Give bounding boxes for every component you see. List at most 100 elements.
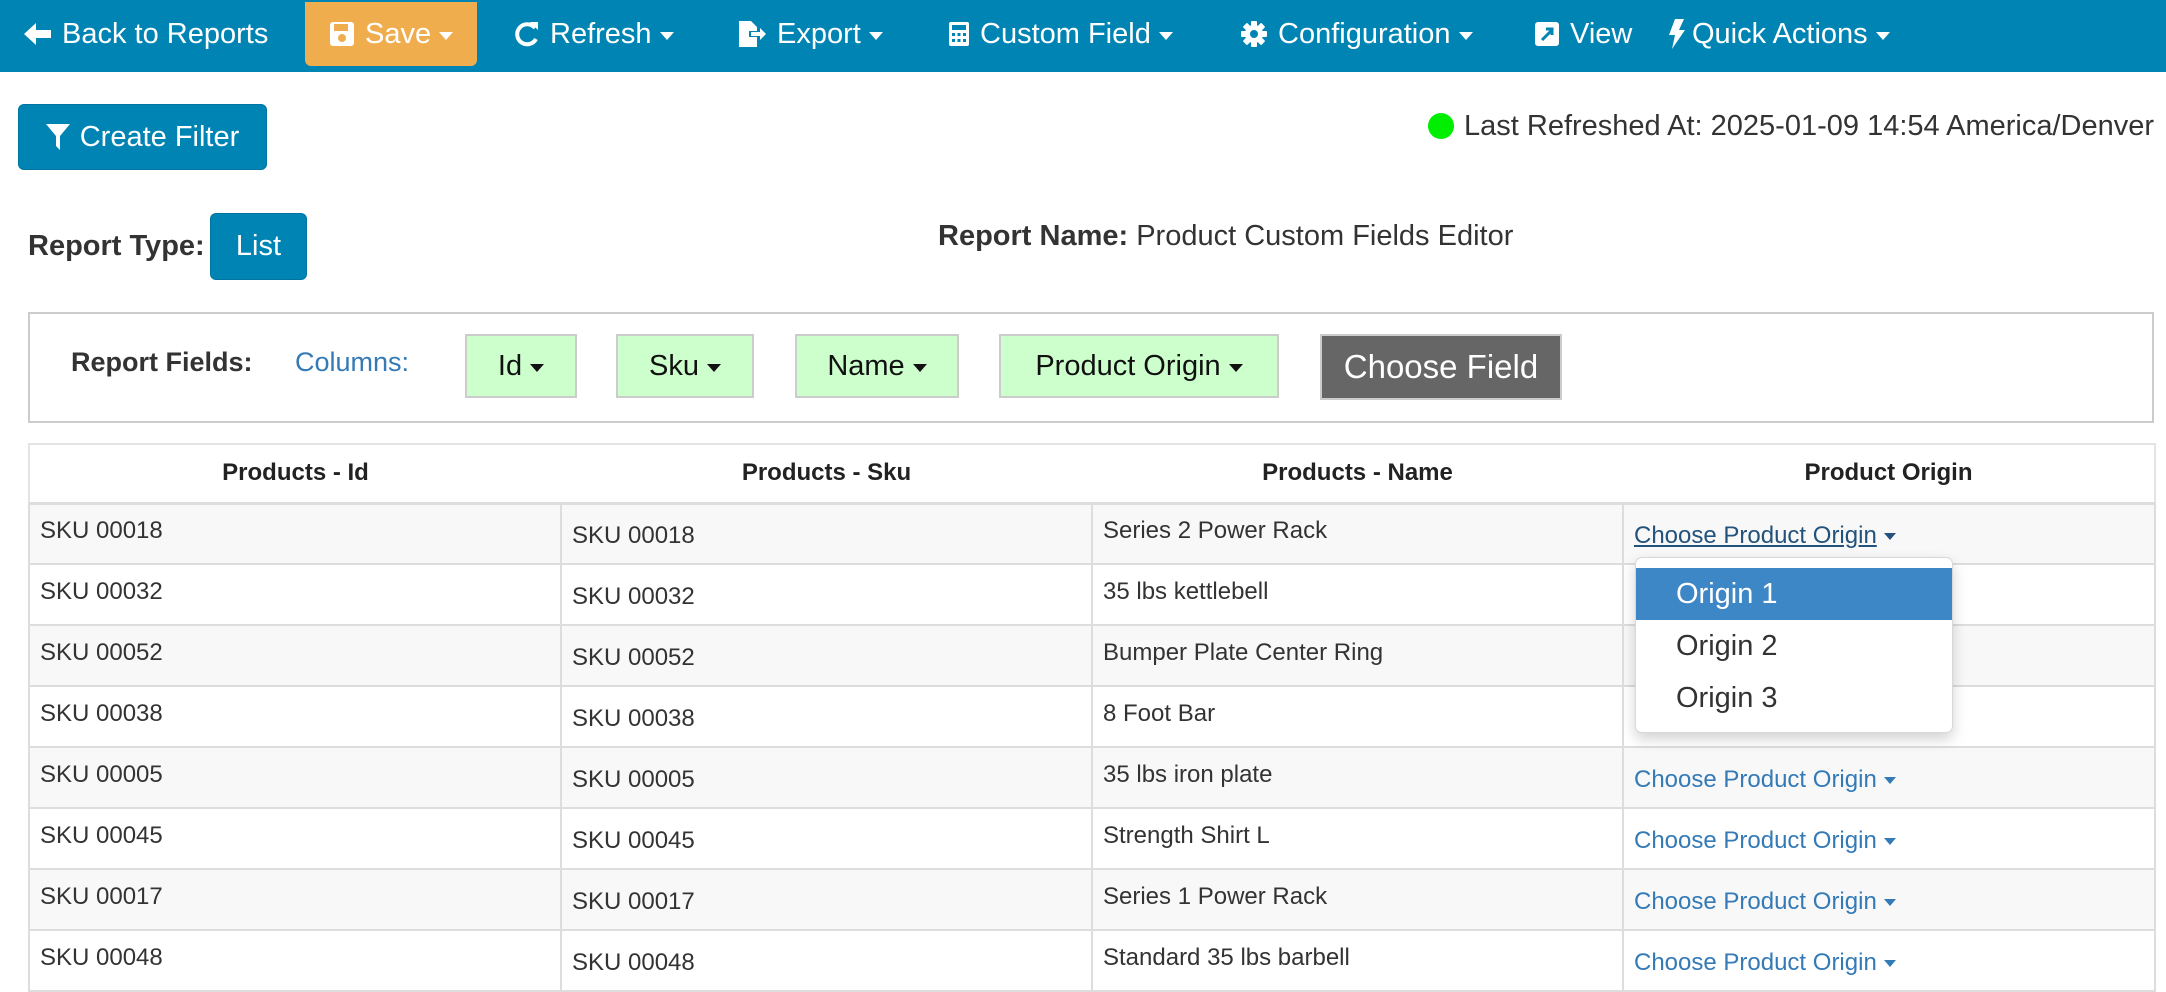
product-name-cell: Series 1 Power Rack [1091,868,1624,931]
product-name-cell: Bumper Plate Center Ring [1091,624,1624,687]
column-chip-id[interactable]: Id [465,334,577,398]
choose-product-origin-label: Choose Product Origin [1634,521,1877,549]
product-id-value: SKU 00038 [40,699,163,727]
external-link-icon [1534,21,1560,47]
product-name-cell: Strength Shirt L [1091,807,1624,870]
back-to-reports-label: Back to Reports [62,17,269,50]
column-header-id[interactable]: Products - Id [28,443,561,505]
product-name-value: Strength Shirt L [1103,821,1270,849]
custom-field-button[interactable]: Custom Field [948,0,1173,68]
column-header-sku[interactable]: Products - Sku [561,443,1092,505]
report-fields-panel: Report Fields: Columns: Id Sku Name Prod… [28,312,2154,423]
create-filter-label: Create Filter [79,120,240,153]
product-sku-cell: SKU 00038 [560,685,1093,748]
product-name-value: Standard 35 lbs barbell [1103,943,1350,971]
filter-funnel-icon [45,124,70,150]
report-name: Report Name: Product Custom Fields Edito… [938,214,1513,258]
product-sku-cell: SKU 00045 [560,807,1093,870]
quick-actions-button[interactable]: Quick Actions [1668,0,1890,68]
product-origin-dropdown-menu: Origin 1 Origin 2 Origin 3 [1635,557,1953,733]
report-name-value: Product Custom Fields Editor [1136,219,1514,252]
view-button[interactable]: View [1534,0,1632,68]
choose-product-origin-label: Choose Product Origin [1634,948,1877,976]
product-id-value: SKU 00005 [40,760,163,788]
columns-label: Columns: [295,347,410,377]
arrow-left-icon [24,22,52,46]
product-id-value: SKU 00032 [40,577,163,605]
product-sku-value: SKU 00048 [572,948,695,976]
product-id-value: SKU 00017 [40,882,163,910]
product-sku-value: SKU 00032 [572,582,695,610]
status-indicator-dot [1428,113,1455,139]
report-type-row: Report Type: [28,226,205,266]
product-id-cell: SKU 00032 [28,563,562,626]
product-id-value: SKU 00045 [40,821,163,849]
export-file-icon [737,20,767,48]
table-row: SKU 00018 SKU 00018 Series 2 Power Rack Cho… [28,502,2156,565]
back-to-reports-button[interactable]: Back to Reports [24,0,268,68]
table-row: SKU 00005 SKU 00005 35 lbs iron plate Choos… [28,746,2156,809]
chevron-down-icon [868,32,883,40]
report-fields-label: Report Fields: [71,347,253,377]
chevron-down-icon [1883,532,1896,540]
product-sku-cell: SKU 00005 [560,746,1093,809]
choose-product-origin-dropdown[interactable]: Choose Product Origin [1634,827,1896,854]
last-refreshed-label: Last Refreshed At: [1464,109,1703,142]
export-label: Export [777,17,861,50]
table-header-row: Products - Id Products - Sku Products - … [28,443,2156,505]
report-type-list-button[interactable]: List [210,213,307,280]
dropdown-option-origin-3[interactable]: Origin 3 [1636,672,1952,724]
refresh-button[interactable]: Refresh [514,0,674,68]
choose-field-button[interactable]: Choose Field [1320,334,1562,400]
product-sku-cell: SKU 00032 [560,563,1093,626]
product-id-cell: SKU 00048 [28,929,562,992]
column-header-product-origin[interactable]: Product Origin [1623,443,2156,505]
product-name-value: Series 1 Power Rack [1103,882,1328,910]
export-button[interactable]: Export [737,0,883,68]
create-filter-button[interactable]: Create Filter [18,104,267,170]
last-refreshed-status: Last Refreshed At: 2025-01-09 14:54 Amer… [1428,104,2154,148]
dropdown-option-origin-1[interactable]: Origin 1 [1636,568,1952,620]
product-sku-value: SKU 00005 [572,765,695,793]
choose-product-origin-label: Choose Product Origin [1634,765,1877,793]
product-sku-cell: SKU 00018 [560,502,1093,565]
lightning-bolt-icon [1668,19,1686,49]
choose-product-origin-dropdown[interactable]: Choose Product Origin [1634,888,1896,915]
choose-product-origin-dropdown[interactable]: Choose Product Origin [1634,522,1896,549]
gear-icon [1240,20,1268,48]
column-chip-product-origin[interactable]: Product Origin [999,334,1279,398]
product-name-cell: 35 lbs iron plate [1091,746,1624,809]
choose-product-origin-dropdown[interactable]: Choose Product Origin [1634,949,1896,976]
choose-product-origin-label: Choose Product Origin [1634,826,1877,854]
product-name-cell: Standard 35 lbs barbell [1091,929,1624,992]
product-name-cell: Series 2 Power Rack [1091,502,1624,565]
column-chip-name[interactable]: Name [795,334,959,398]
column-chip-label: Sku [649,349,699,382]
chevron-down-icon [912,364,927,372]
chevron-down-icon [659,32,674,40]
product-id-cell: SKU 00052 [28,624,562,687]
chevron-down-icon [1158,32,1173,40]
chevron-down-icon [439,32,454,40]
product-origin-cell: Choose Product Origin [1622,502,2156,565]
table-row: SKU 00045 SKU 00045 Strength Shirt L Choose… [28,807,2156,870]
chevron-down-icon [1875,32,1890,40]
column-chip-sku[interactable]: Sku [616,334,754,398]
product-id-value: SKU 00052 [40,638,163,666]
product-sku-cell: SKU 00017 [560,868,1093,931]
product-name-value: Series 2 Power Rack [1103,516,1328,544]
configuration-button[interactable]: Configuration [1240,0,1473,68]
save-label: Save [365,17,432,50]
save-button[interactable]: Save [305,2,478,66]
choose-product-origin-dropdown[interactable]: Choose Product Origin [1634,766,1896,793]
product-id-cell: SKU 00017 [28,868,562,931]
configuration-label: Configuration [1278,17,1451,50]
quick-actions-label: Quick Actions [1692,17,1868,50]
product-origin-cell: Choose Product Origin [1622,746,2156,809]
dropdown-option-origin-2[interactable]: Origin 2 [1636,620,1952,672]
column-header-name[interactable]: Products - Name [1092,443,1623,505]
column-chip-label: Name [827,349,905,382]
product-sku-value: SKU 00045 [572,826,695,854]
floppy-disk-icon [329,21,355,47]
calculator-icon [948,21,970,47]
